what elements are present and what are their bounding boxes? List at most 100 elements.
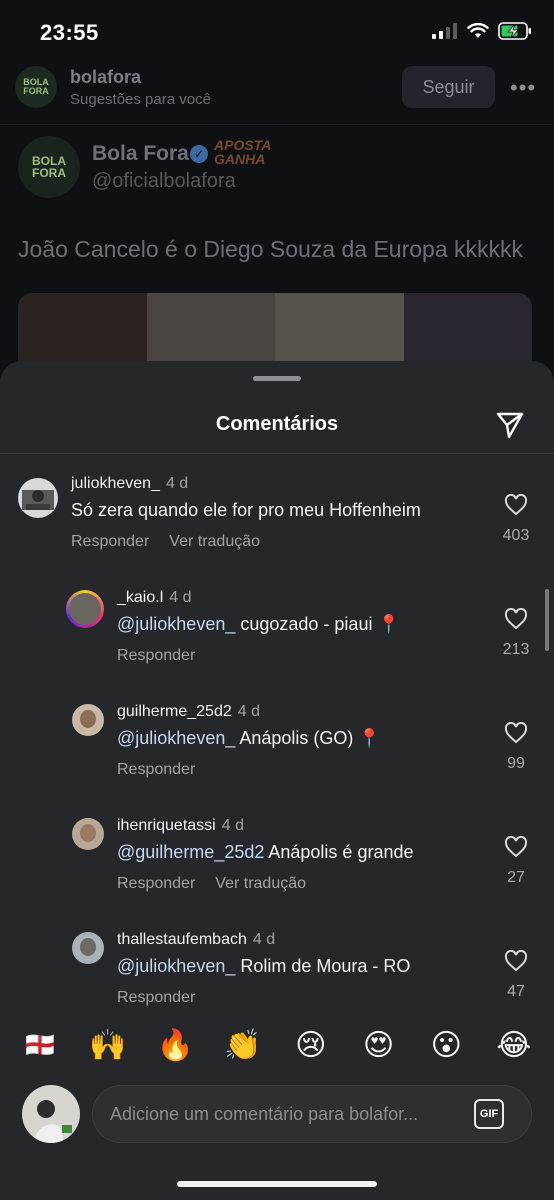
comment-body: cugozado - piaui 📍 (235, 614, 400, 634)
comment-author[interactable]: juliokheven_ 4 d (71, 475, 188, 493)
reply-button[interactable]: Responder (117, 989, 195, 1006)
avatar[interactable] (72, 932, 104, 964)
comment-actions: Responder Ver tradução (71, 533, 280, 551)
avatar[interactable] (72, 704, 104, 736)
signal-icon (432, 23, 457, 39)
bola-fora-logo: BOLA FORA (23, 77, 49, 96)
like-count: 403 (502, 527, 530, 544)
scrollbar[interactable] (545, 589, 549, 651)
comment-actions: Responder (117, 989, 215, 1007)
more-options-icon[interactable]: ••• (510, 75, 540, 100)
home-indicator (177, 1181, 377, 1187)
follow-button[interactable]: Seguir (402, 66, 495, 108)
comment-actions: Responder (117, 761, 215, 779)
comment-actions: Responder Ver tradução (117, 875, 326, 893)
comment-body: Anápolis (GO) 📍 (235, 728, 381, 748)
tweet-text: João Cancelo é o Diego Souza da Europa k… (18, 236, 524, 262)
comment-body: Só zera quando ele for pro meu Hoffenhei… (71, 500, 421, 520)
emoji-surprised[interactable]: 😮 (426, 1028, 466, 1063)
avatar[interactable] (66, 590, 104, 628)
like-count: 99 (507, 755, 525, 772)
tweet-handle: @oficialbolafora (92, 170, 236, 192)
heart-icon[interactable] (504, 721, 528, 744)
divider (0, 124, 554, 125)
mention-link[interactable]: @juliokheven_ (117, 614, 235, 634)
comment-author[interactable]: ihenriquetassi 4 d (117, 817, 244, 835)
tweet-avatar: BOLA FORA (18, 136, 80, 198)
comment-username[interactable]: guilherme_25d2 (117, 703, 232, 720)
status-bar: 23:55 (0, 0, 554, 60)
comment-text: Só zera quando ele for pro meu Hoffenhei… (71, 500, 421, 521)
battery-charging-icon (498, 22, 531, 40)
comment-text: @juliokheven_ Rolim de Moura - RO (117, 956, 410, 977)
tweet-name: Bola Fora (92, 142, 189, 165)
comment-age: 4 d (165, 475, 189, 492)
comment-author[interactable]: thallestaufembach 4 d (117, 931, 275, 949)
emoji-laughing[interactable]: 😂 (494, 1028, 534, 1063)
reply-button[interactable]: Responder (71, 533, 149, 550)
comment-text: @juliokheven_ Anápolis (GO) 📍 (117, 728, 381, 749)
status-time: 23:55 (40, 20, 99, 45)
gif-button[interactable]: GIF (474, 1099, 504, 1129)
emoji-england-flag[interactable]: 🏴󠁧󠁢󠁥󠁮󠁧󠁿 (20, 1031, 60, 1059)
comment-username[interactable]: juliokheven_ (71, 475, 160, 492)
comment-body: Rolim de Moura - RO (235, 956, 411, 976)
reply-button[interactable]: Responder (117, 647, 195, 664)
current-user-avatar (22, 1085, 80, 1143)
like-control: 47 (496, 949, 536, 1001)
emoji-fire[interactable]: 🔥 (155, 1028, 195, 1063)
status-icons (432, 22, 532, 40)
comment-input[interactable]: Adicione um comentário para bolafor... G… (92, 1085, 532, 1143)
wifi-icon (467, 23, 489, 38)
heart-icon[interactable] (504, 835, 528, 858)
comment-age: 4 d (252, 931, 276, 948)
like-control: 27 (496, 835, 536, 887)
avatar[interactable] (18, 478, 58, 518)
comment-username[interactable]: _kaio.l (117, 589, 163, 606)
mention-link[interactable]: @guilherme_25d2 (117, 842, 264, 862)
comment-age: 4 d (221, 817, 244, 834)
comment-input-placeholder: Adicione um comentário para bolafor... (110, 1104, 419, 1124)
like-control: 403 (496, 493, 536, 545)
comment-actions: Responder (117, 647, 215, 665)
like-count: 27 (507, 869, 525, 886)
comment-username[interactable]: ihenriquetassi (117, 817, 216, 834)
comment-body: Anápolis é grande (264, 842, 414, 862)
post-username[interactable]: bolafora (70, 67, 141, 88)
post-subtitle: Sugestões para você (70, 91, 211, 108)
heart-icon[interactable] (504, 493, 528, 516)
avatar[interactable] (72, 818, 104, 850)
bola-fora-logo: BOLA FORA (32, 154, 66, 180)
mention-link[interactable]: @juliokheven_ (117, 956, 235, 976)
emoji-crying[interactable]: 😢 (291, 1028, 331, 1063)
heart-icon[interactable] (504, 949, 528, 972)
comment-age: 4 d (169, 589, 192, 606)
verified-badge-icon: ✓ (190, 145, 208, 163)
heart-icon[interactable] (504, 607, 528, 630)
translate-button[interactable]: Ver tradução (169, 533, 260, 550)
post-avatar[interactable]: BOLA FORA (15, 66, 57, 108)
tweet-sponsor: APOSTA GANHA (214, 137, 271, 167)
sheet-title: Comentários (215, 413, 339, 435)
comment-text: @juliokheven_ cugozado - piaui 📍 (117, 614, 400, 635)
comment-username[interactable]: thallestaufembach (117, 931, 247, 948)
sheet-grabber[interactable] (253, 376, 301, 381)
emoji-heart-eyes[interactable]: 😍 (359, 1028, 399, 1063)
like-count: 47 (507, 983, 525, 1000)
mention-link[interactable]: @juliokheven_ (117, 728, 235, 748)
sheet-divider (0, 453, 554, 454)
comment-author[interactable]: guilherme_25d2 4 d (117, 703, 260, 721)
like-control: 99 (496, 721, 536, 773)
emoji-raising-hands[interactable]: 🙌 (88, 1028, 128, 1063)
comment-author[interactable]: _kaio.l 4 d (117, 589, 192, 607)
comment-text: @guilherme_25d2 Anápolis é grande (117, 842, 414, 863)
emoji-clapping[interactable]: 👏 (223, 1028, 263, 1063)
translate-button[interactable]: Ver tradução (215, 875, 306, 892)
share-icon[interactable] (494, 409, 526, 441)
comment-age: 4 d (237, 703, 260, 720)
comments-sheet: Comentários juliokheven_ 4 d Só zera quan… (0, 361, 554, 1200)
reply-button[interactable]: Responder (117, 761, 195, 778)
reply-button[interactable]: Responder (117, 875, 195, 892)
like-control: 213 (496, 607, 536, 659)
emoji-bar: 🏴󠁧󠁢󠁥󠁮󠁧󠁿 🙌 🔥 👏 😢 😍 😮 😂 (0, 1023, 554, 1067)
